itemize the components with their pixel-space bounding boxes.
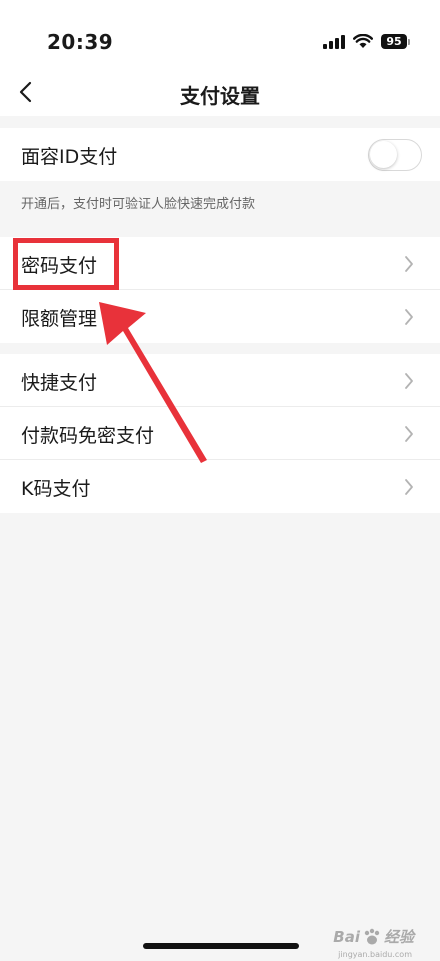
row-label: 付款码免密支付 (21, 425, 155, 447)
status-bar: 20:39 95 (0, 0, 440, 70)
highlight-box (13, 238, 119, 290)
wifi-icon (353, 34, 373, 48)
settings-row-limit-management[interactable]: 限额管理 (0, 290, 440, 343)
face-id-group: 面容ID支付 (0, 128, 440, 181)
status-time: 20:39 (47, 30, 114, 54)
paw-icon (364, 928, 380, 944)
chevron-right-icon (405, 309, 413, 325)
row-label: 快捷支付 (21, 372, 98, 394)
page-title: 支付设置 (180, 84, 260, 108)
watermark-brand: Bai (333, 927, 360, 946)
nav-bar: 支付设置 (0, 70, 440, 116)
signal-icon (323, 34, 345, 49)
settings-row-quick-pay[interactable]: 快捷支付 (0, 354, 440, 407)
settings-row-payment-code-no-password[interactable]: 付款码免密支付 (0, 407, 440, 460)
watermark: Bai 经验 (333, 926, 414, 947)
status-icons: 95 (323, 34, 410, 49)
settings-row-k-code-pay[interactable]: K码支付 (0, 460, 440, 513)
row-label: K码支付 (21, 478, 91, 500)
battery-level: 95 (381, 34, 407, 49)
face-id-row: 面容ID支付 (0, 128, 440, 181)
face-id-label: 面容ID支付 (21, 146, 118, 168)
watermark-suffix: 经验 (383, 928, 414, 946)
home-indicator (143, 943, 299, 949)
chevron-right-icon (405, 256, 413, 272)
battery-icon: 95 (381, 34, 410, 49)
watermark-domain: jingyan.baidu.com (338, 950, 412, 959)
chevron-right-icon (405, 479, 413, 495)
chevron-right-icon (405, 426, 413, 442)
chevron-right-icon (405, 373, 413, 389)
row-label: 限额管理 (21, 308, 98, 330)
toggle-knob (370, 141, 397, 168)
face-id-hint: 开通后，支付时可验证人脸快速完成付款 (21, 197, 256, 212)
face-id-toggle[interactable] (368, 139, 422, 171)
payment-group: 快捷支付 付款码免密支付 K码支付 (0, 354, 440, 513)
